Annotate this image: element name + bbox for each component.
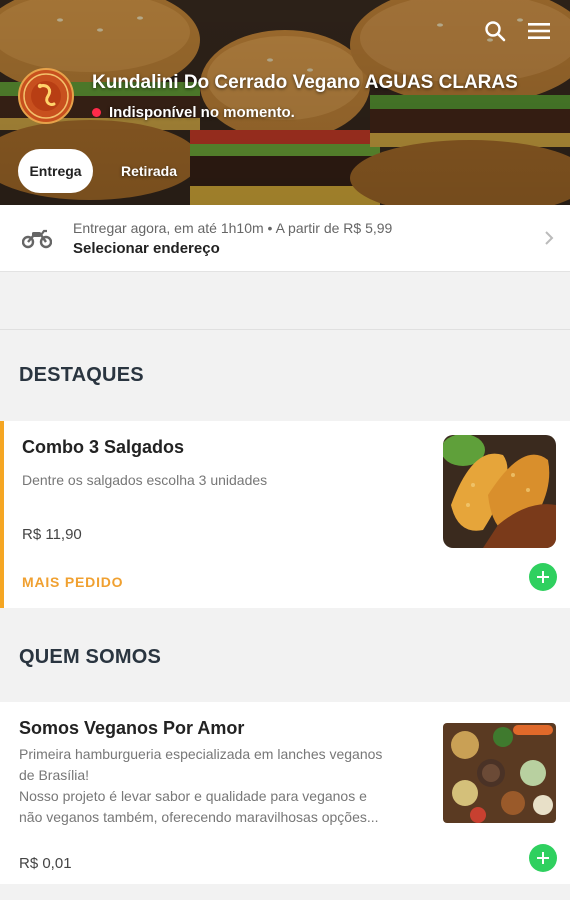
description-line: Primeira hamburgueria especializada em l… bbox=[19, 746, 383, 762]
add-button[interactable] bbox=[529, 844, 557, 872]
delivery-info: Entregar agora, em até 1h10m • A partir … bbox=[73, 220, 392, 257]
store-header: Kundalini Do Cerrado Vegano AGUAS CLARAS… bbox=[0, 0, 570, 205]
add-button[interactable] bbox=[529, 563, 557, 591]
product-name: Somos Veganos Por Amor bbox=[19, 718, 245, 738]
most-ordered-badge: MAIS PEDIDO bbox=[22, 574, 124, 590]
search-icon[interactable] bbox=[482, 18, 508, 44]
select-address-label: Selecionar endereço bbox=[73, 240, 220, 257]
product-image-salgados bbox=[443, 435, 556, 548]
status-dot bbox=[92, 108, 101, 117]
divider bbox=[0, 329, 570, 330]
delivery-time-fee: Entregar agora, em até 1h10m • A partir … bbox=[73, 220, 393, 236]
product-description: Primeira hamburgueria especializada em l… bbox=[19, 744, 429, 828]
order-mode-tabs: Entrega Retirada bbox=[18, 149, 191, 193]
description-line: de Brasília! bbox=[19, 767, 90, 783]
product-name: Combo 3 Salgados bbox=[22, 437, 185, 457]
product-card-about[interactable]: Somos Veganos Por Amor Primeira hamburgu… bbox=[0, 702, 570, 884]
store-status: Indisponível no momento. bbox=[92, 104, 295, 121]
chevron-right-icon bbox=[544, 230, 554, 251]
description-line: não veganos também, oferecendo maravilho… bbox=[19, 809, 379, 825]
product-card-combo[interactable]: Combo 3 Salgados Dentre os salgados esco… bbox=[0, 421, 570, 608]
product-image-veggies bbox=[443, 723, 556, 823]
tab-entrega[interactable]: Entrega bbox=[18, 149, 93, 193]
tab-retirada[interactable]: Retirada bbox=[107, 149, 191, 193]
store-name: Kundalini Do Cerrado Vegano AGUAS CLARAS bbox=[92, 72, 518, 93]
motorcycle-icon bbox=[21, 227, 53, 254]
menu-icon[interactable] bbox=[526, 18, 552, 44]
plus-icon bbox=[537, 571, 549, 583]
delivery-address-bar[interactable]: Entregar agora, em até 1h10m • A partir … bbox=[0, 205, 570, 272]
store-status-text: Indisponível no momento. bbox=[109, 104, 295, 121]
product-description: Dentre os salgados escolha 3 unidades bbox=[22, 472, 268, 488]
section-title-destaques: DESTAQUES bbox=[19, 364, 144, 386]
product-price: R$ 0,01 bbox=[19, 855, 72, 872]
store-logo bbox=[18, 68, 74, 124]
plus-icon bbox=[537, 852, 549, 864]
product-price: R$ 11,90 bbox=[22, 526, 82, 543]
section-title-quem-somos: QUEM SOMOS bbox=[19, 646, 162, 668]
description-line: Nosso projeto é levar sabor e qualidade … bbox=[19, 788, 367, 804]
header-actions bbox=[482, 18, 552, 44]
